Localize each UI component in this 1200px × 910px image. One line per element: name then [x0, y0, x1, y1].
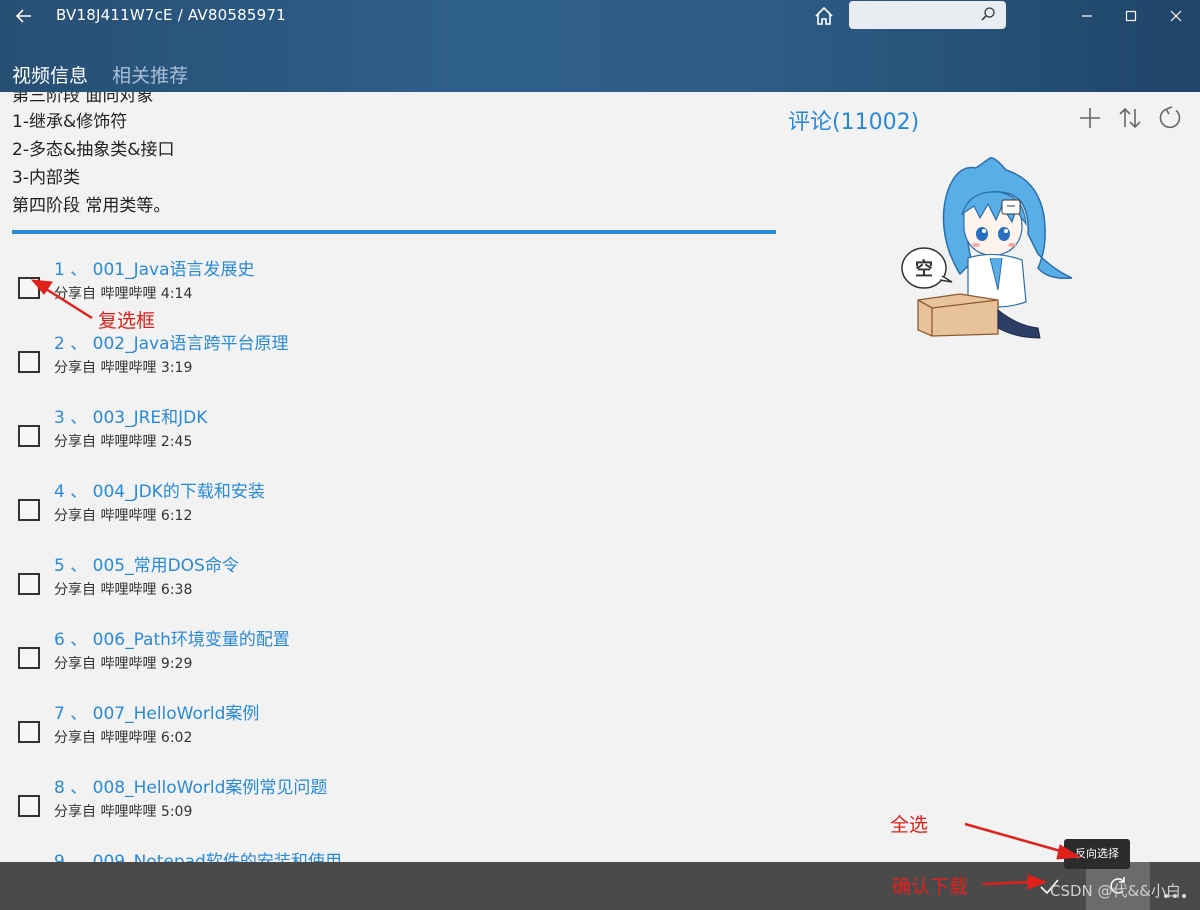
episode-source: 分享自 哔哩哔哩	[54, 360, 157, 376]
episode-title: 7 、 007_HelloWorld案例	[54, 704, 260, 724]
episode-meta: 分享自 哔哩哔哩 2:45	[54, 431, 192, 451]
episode-checkbox[interactable]	[18, 499, 40, 521]
episode-source: 分享自 哔哩哔哩	[54, 434, 157, 450]
bottom-command-bar	[0, 862, 1200, 910]
empty-state-mascot: 空	[901, 157, 1073, 339]
empty-label: 空	[915, 258, 933, 280]
watermark: CSDN @代&&小白	[1050, 882, 1181, 900]
episode-item[interactable]: 3 、 003_JRE和JDK 分享自 哔哩哔哩 2:45	[0, 403, 790, 477]
tab-video-info[interactable]: 视频信息	[12, 61, 88, 88]
episode-title: 9 、 009_Notepad软件的安装和使用	[54, 852, 342, 862]
annotation-checkbox: 复选框	[98, 310, 156, 332]
episode-checkbox[interactable]	[18, 647, 40, 669]
episode-duration: 6:12	[160, 508, 193, 524]
episode-meta: 分享自 哔哩哔哩 6:38	[54, 579, 192, 599]
add-icon[interactable]	[1077, 105, 1103, 131]
comments-title: 评论(11002)	[788, 110, 920, 135]
description-line: 2-多态&抽象类&接口	[12, 140, 175, 160]
description-line: 1-继承&修饰符	[12, 112, 128, 132]
episode-meta: 分享自 哔哩哔哩 6:12	[54, 505, 192, 525]
minimize-icon[interactable]	[1075, 4, 1099, 28]
tab-bar: 视频信息 相关推荐	[12, 61, 206, 88]
episode-title: 3 、 003_JRE和JDK	[54, 408, 208, 428]
search-icon[interactable]	[980, 6, 996, 22]
invert-selection-tooltip: 反向选择	[1064, 839, 1130, 869]
refresh-icon[interactable]	[1157, 105, 1183, 131]
episode-meta: 分享自 哔哩哔哩 3:19	[54, 357, 192, 377]
episode-source: 分享自 哔哩哔哩	[54, 730, 157, 746]
episode-meta: 分享自 哔哩哔哩 5:09	[54, 801, 192, 821]
description-line: 第四阶段 常用类等。	[12, 196, 171, 216]
description-divider	[12, 230, 776, 234]
episode-source: 分享自 哔哩哔哩	[54, 508, 157, 524]
tab-related[interactable]: 相关推荐	[112, 61, 188, 88]
episode-item[interactable]: 4 、 004_JDK的下载和安装 分享自 哔哩哔哩 6:12	[0, 477, 790, 551]
maximize-icon[interactable]	[1119, 4, 1143, 28]
episode-duration: 6:02	[160, 730, 193, 746]
episode-duration: 9:29	[160, 656, 193, 672]
episode-item[interactable]: 9 、 009_Notepad软件的安装和使用	[0, 847, 790, 862]
episode-meta: 分享自 哔哩哔哩 4:14	[54, 283, 192, 303]
episode-duration: 3:19	[160, 360, 193, 376]
annotation-confirm-download: 确认下载	[892, 876, 969, 898]
close-icon[interactable]	[1164, 4, 1188, 28]
title-bar: BV18J411W7cE / AV80585971 视频信息 相关推荐	[0, 0, 1200, 92]
episode-source: 分享自 哔哩哔哩	[54, 656, 157, 672]
episode-item[interactable]: 8 、 008_HelloWorld案例常见问题 分享自 哔哩哔哩 5:09	[0, 773, 790, 847]
episode-title: 2 、 002_Java语言跨平台原理	[54, 334, 289, 354]
episode-checkbox[interactable]	[18, 573, 40, 595]
episode-checkbox[interactable]	[18, 721, 40, 743]
episode-item[interactable]: 2 、 002_Java语言跨平台原理 分享自 哔哩哔哩 3:19	[0, 329, 790, 403]
episode-duration: 5:09	[160, 804, 193, 820]
episode-meta: 分享自 哔哩哔哩 6:02	[54, 727, 192, 747]
episode-title: 8 、 008_HelloWorld案例常见问题	[54, 778, 328, 798]
episode-meta: 分享自 哔哩哔哩 9:29	[54, 653, 192, 673]
home-icon[interactable]	[812, 4, 836, 28]
episode-item[interactable]: 5 、 005_常用DOS命令 分享自 哔哩哔哩 6:38	[0, 551, 790, 625]
episode-title: 4 、 004_JDK的下载和安装	[54, 482, 265, 502]
episode-checkbox[interactable]	[18, 277, 40, 299]
episode-source: 分享自 哔哩哔哩	[54, 286, 157, 302]
back-arrow-icon[interactable]	[12, 4, 36, 28]
episode-title: 5 、 005_常用DOS命令	[54, 556, 239, 576]
episode-source: 分享自 哔哩哔哩	[54, 804, 157, 820]
video-description: 第三阶段 面向对象 1-继承&修饰符 2-多态&抽象类&接口 3-内部类 第四阶…	[12, 92, 776, 220]
search-box[interactable]	[849, 1, 1006, 29]
episode-duration: 4:14	[160, 286, 193, 302]
episode-duration: 2:45	[160, 434, 193, 450]
description-line: 3-内部类	[12, 168, 80, 188]
episode-pane: 第三阶段 面向对象 1-继承&修饰符 2-多态&抽象类&接口 3-内部类 第四阶…	[0, 92, 790, 862]
episode-title: 1 、 001_Java语言发展史	[54, 260, 255, 280]
episode-checkbox[interactable]	[18, 351, 40, 373]
window-title: BV18J411W7cE / AV80585971	[56, 6, 286, 24]
episode-duration: 6:38	[160, 582, 193, 598]
episode-item[interactable]: 6 、 006_Path环境变量的配置 分享自 哔哩哔哩 9:29	[0, 625, 790, 699]
description-line: 第三阶段 面向对象	[12, 92, 154, 106]
episode-checkbox[interactable]	[18, 425, 40, 447]
annotation-select-all: 全选	[890, 814, 929, 836]
episode-item[interactable]: 7 、 007_HelloWorld案例 分享自 哔哩哔哩 6:02	[0, 699, 790, 773]
episode-source: 分享自 哔哩哔哩	[54, 582, 157, 598]
sort-icon[interactable]	[1117, 105, 1143, 131]
episode-title: 6 、 006_Path环境变量的配置	[54, 630, 290, 650]
episode-checkbox[interactable]	[18, 795, 40, 817]
